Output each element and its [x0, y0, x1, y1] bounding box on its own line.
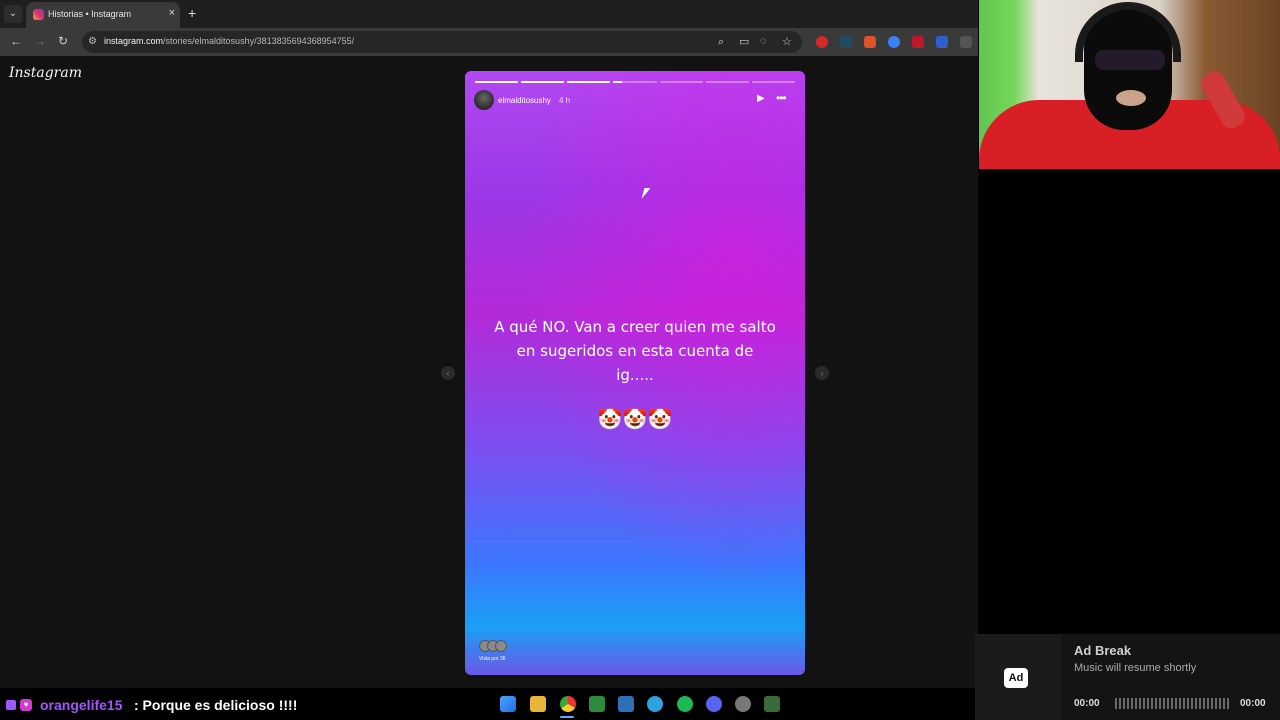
spotify-icon[interactable] [677, 696, 693, 712]
story-progress-segment [475, 81, 519, 83]
reload-icon[interactable]: ↻ [58, 34, 68, 48]
browser-tab-bar: ⌄ Historias • Instagram × + [0, 0, 978, 28]
extension-shield-icon[interactable] [936, 36, 948, 48]
webcam-mouth [1116, 90, 1146, 106]
story-progress-bar [475, 81, 795, 83]
settings-gear-icon[interactable] [735, 696, 751, 712]
extension-teal-icon[interactable] [840, 36, 852, 48]
browser-toolbar: ← → ↻ ⚙ instagram.com/stories/elmalditos… [0, 28, 978, 56]
clown-emojis: 🤡🤡🤡 [597, 409, 673, 431]
file-explorer-icon[interactable] [530, 696, 546, 712]
site-info-icon[interactable]: ⚙ [88, 36, 97, 47]
active-app-indicator [560, 716, 574, 718]
extension-pin-icon[interactable] [912, 36, 924, 48]
extension-fox-icon[interactable] [864, 36, 876, 48]
ad-title: Ad Break [1074, 643, 1132, 658]
windows-start-icon[interactable] [500, 696, 516, 712]
chrome-icon[interactable] [560, 696, 576, 712]
instagram-favicon-icon [33, 9, 44, 20]
stream-side-panel [979, 169, 1280, 688]
forward-arrow-icon[interactable]: → [34, 34, 46, 48]
webcam-headset [1075, 2, 1181, 62]
more-options-icon[interactable]: ••• [776, 91, 787, 105]
story-viewer[interactable]: elmalditosushy 4 h ▶ ••• A qué NO. Van a… [465, 71, 805, 675]
zoom-icon[interactable]: ⌕ [718, 36, 724, 49]
story-progress-segment [567, 81, 611, 83]
story-timestamp: 4 h [559, 96, 571, 105]
discord-icon[interactable] [706, 696, 722, 712]
story-progress-segment [659, 81, 703, 83]
telegram-icon[interactable] [647, 696, 663, 712]
streamer-webcam [979, 0, 1280, 169]
ad-time-end: 00:00 [1240, 698, 1266, 709]
extension-red-icon[interactable] [816, 36, 828, 48]
extensions-puzzle-icon[interactable] [960, 36, 972, 48]
url-domain: instagram.com [104, 36, 164, 46]
viewers-count[interactable]: Vista por 36 [479, 656, 506, 662]
tab-title: Historias • Instagram [48, 9, 132, 19]
obs-app-icon[interactable] [764, 696, 780, 712]
chat-username: orangelife15 [40, 697, 123, 713]
url-path: /stories/elmalditosushy/3813835694368954… [163, 36, 355, 46]
story-username[interactable]: elmalditosushy [498, 96, 551, 105]
viewer-avatar [495, 640, 507, 652]
story-caption: A qué NO. Van a creer quien me salto en … [485, 315, 785, 387]
ad-artwork: Ad [975, 634, 1061, 720]
tab-close-icon[interactable]: × [169, 7, 175, 19]
play-icon[interactable]: ▶ [757, 93, 765, 104]
install-app-icon[interactable]: ▭ [739, 35, 749, 48]
bookmark-star-icon[interactable]: ☆ [782, 35, 792, 48]
chat-heart-badge-icon: ♥ [20, 699, 32, 711]
browser-tab[interactable]: Historias • Instagram × [26, 2, 180, 28]
tab-search-icon[interactable]: ⌄ [4, 5, 22, 23]
story-progress-segment [613, 81, 657, 83]
avatar[interactable] [474, 90, 494, 110]
instagram-logo[interactable]: Instagram [9, 65, 82, 81]
previous-story-icon[interactable]: ‹ [441, 366, 455, 380]
chat-badge-icon [6, 700, 16, 710]
ad-time-start: 00:00 [1074, 698, 1100, 709]
viewer-avatars[interactable] [479, 640, 509, 654]
extension-blue-icon[interactable] [888, 36, 900, 48]
taskbar: ♥ orangelife15 : Porque es delicioso !!!… [0, 688, 975, 720]
address-bar[interactable]: ⚙ instagram.com/stories/elmalditosushy/3… [82, 31, 802, 53]
eye-off-icon[interactable]: ◌ [760, 35, 767, 47]
instagram-page: Instagram ‹ › elmalditosushy 4 h ▶ ••• A… [0, 56, 978, 688]
story-progress-segment [751, 81, 795, 83]
story-caption-line: ig..... [616, 366, 654, 384]
new-tab-button[interactable]: + [188, 5, 196, 21]
back-arrow-icon[interactable]: ← [10, 34, 22, 48]
ad-subtitle: Music will resume shortly [1074, 662, 1197, 674]
story-caption-line: A qué NO. Van a creer quien me salto [494, 318, 776, 336]
url-text[interactable]: instagram.com/stories/elmalditosushy/381… [104, 36, 354, 46]
story-caption-line: en sugeridos en esta cuenta de [516, 342, 754, 360]
ad-break-panel: Ad Ad Break Music will resume shortly 00… [975, 634, 1280, 720]
ad-waveform [1115, 698, 1230, 709]
story-progress-segment [521, 81, 565, 83]
ad-badge-icon: Ad [1004, 668, 1028, 688]
xbox-app-icon[interactable] [589, 696, 605, 712]
next-story-icon[interactable]: › [815, 366, 829, 380]
chat-message: : Porque es delicioso !!!! [134, 697, 298, 713]
story-progress-segment [705, 81, 749, 83]
photos-app-icon[interactable] [618, 696, 634, 712]
